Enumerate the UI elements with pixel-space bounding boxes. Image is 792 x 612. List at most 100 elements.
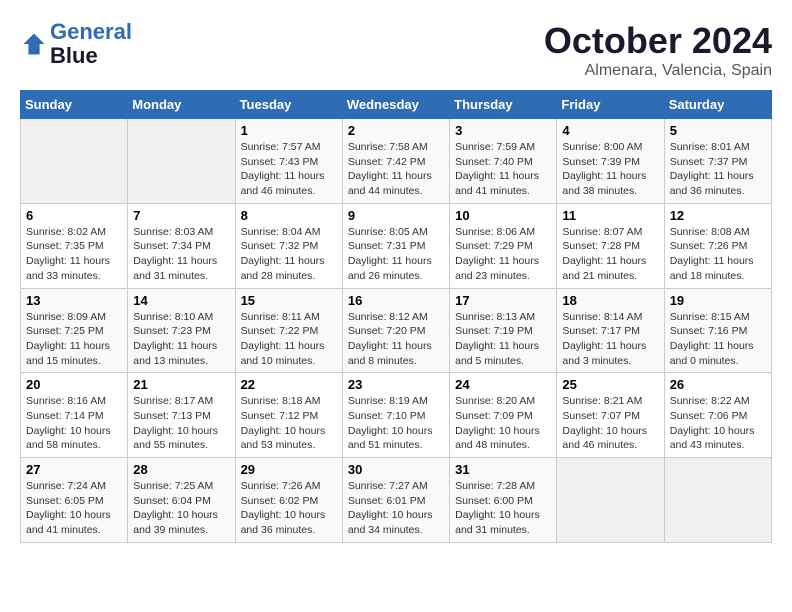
day-number: 27	[26, 462, 122, 477]
day-info: Sunrise: 8:15 AM Sunset: 7:16 PM Dayligh…	[670, 310, 766, 369]
calendar-cell: 24 Sunrise: 8:20 AM Sunset: 7:09 PM Dayli…	[450, 373, 557, 458]
day-number: 31	[455, 462, 551, 477]
calendar-cell: 11Sunrise: 8:07 AM Sunset: 7:28 PM Dayli…	[557, 203, 664, 288]
day-number: 5	[670, 123, 766, 138]
calendar-cell	[21, 119, 128, 204]
calendar-week-row: 27 Sunrise: 7:24 AM Sunset: 6:05 PM Dayli…	[21, 458, 772, 543]
calendar-cell: 7 Sunrise: 8:03 AM Sunset: 7:34 PM Daylig…	[128, 203, 235, 288]
day-number: 2	[348, 123, 444, 138]
day-info: Sunrise: 7:26 AM Sunset: 6:02 PM Dayligh…	[241, 479, 337, 538]
day-number: 3	[455, 123, 551, 138]
day-info: Sunrise: 7:57 AM Sunset: 7:43 PM Dayligh…	[241, 140, 337, 199]
calendar-cell: 20 Sunrise: 8:16 AM Sunset: 7:14 PM Dayli…	[21, 373, 128, 458]
day-number: 24	[455, 377, 551, 392]
day-number: 21	[133, 377, 229, 392]
day-info: Sunrise: 7:59 AM Sunset: 7:40 PM Dayligh…	[455, 140, 551, 199]
month-title: October 2024	[544, 20, 772, 62]
day-info: Sunrise: 8:19 AM Sunset: 7:10 PM Dayligh…	[348, 394, 444, 453]
day-number: 14	[133, 293, 229, 308]
page-header: General Blue October 2024 Almenara, Vale…	[20, 20, 772, 80]
day-number: 25	[562, 377, 658, 392]
weekday-header: Monday	[128, 91, 235, 119]
day-info: Sunrise: 7:24 AM Sunset: 6:05 PM Dayligh…	[26, 479, 122, 538]
day-number: 10	[455, 208, 551, 223]
calendar-cell: 23 Sunrise: 8:19 AM Sunset: 7:10 PM Dayli…	[342, 373, 449, 458]
day-number: 30	[348, 462, 444, 477]
calendar-cell: 8 Sunrise: 8:04 AM Sunset: 7:32 PM Daylig…	[235, 203, 342, 288]
day-number: 18	[562, 293, 658, 308]
calendar-cell: 16 Sunrise: 8:12 AM Sunset: 7:20 PM Dayli…	[342, 288, 449, 373]
day-number: 12	[670, 208, 766, 223]
day-number: 13	[26, 293, 122, 308]
day-info: Sunrise: 8:14 AM Sunset: 7:17 PM Dayligh…	[562, 310, 658, 369]
day-number: 8	[241, 208, 337, 223]
calendar-week-row: 1 Sunrise: 7:57 AM Sunset: 7:43 PM Daylig…	[21, 119, 772, 204]
calendar-week-row: 13 Sunrise: 8:09 AM Sunset: 7:25 PM Dayli…	[21, 288, 772, 373]
day-number: 15	[241, 293, 337, 308]
day-number: 16	[348, 293, 444, 308]
day-number: 20	[26, 377, 122, 392]
calendar-cell: 12 Sunrise: 8:08 AM Sunset: 7:26 PM Dayli…	[664, 203, 771, 288]
calendar-cell: 18 Sunrise: 8:14 AM Sunset: 7:17 PM Dayli…	[557, 288, 664, 373]
day-info: Sunrise: 7:25 AM Sunset: 6:04 PM Dayligh…	[133, 479, 229, 538]
calendar-table: SundayMondayTuesdayWednesdayThursdayFrid…	[20, 90, 772, 543]
day-info: Sunrise: 8:13 AM Sunset: 7:19 PM Dayligh…	[455, 310, 551, 369]
day-info: Sunrise: 8:00 AM Sunset: 7:39 PM Dayligh…	[562, 140, 658, 199]
logo-icon	[20, 30, 48, 58]
day-info: Sunrise: 8:20 AM Sunset: 7:09 PM Dayligh…	[455, 394, 551, 453]
calendar-cell: 31Sunrise: 7:28 AM Sunset: 6:00 PM Dayli…	[450, 458, 557, 543]
day-info: Sunrise: 7:58 AM Sunset: 7:42 PM Dayligh…	[348, 140, 444, 199]
calendar-cell: 1 Sunrise: 7:57 AM Sunset: 7:43 PM Daylig…	[235, 119, 342, 204]
calendar-cell: 29 Sunrise: 7:26 AM Sunset: 6:02 PM Dayli…	[235, 458, 342, 543]
day-number: 4	[562, 123, 658, 138]
calendar-cell: 17 Sunrise: 8:13 AM Sunset: 7:19 PM Dayli…	[450, 288, 557, 373]
calendar-cell: 2 Sunrise: 7:58 AM Sunset: 7:42 PM Daylig…	[342, 119, 449, 204]
day-info: Sunrise: 8:09 AM Sunset: 7:25 PM Dayligh…	[26, 310, 122, 369]
calendar-week-row: 6Sunrise: 8:02 AM Sunset: 7:35 PM Daylig…	[21, 203, 772, 288]
day-info: Sunrise: 8:01 AM Sunset: 7:37 PM Dayligh…	[670, 140, 766, 199]
day-number: 23	[348, 377, 444, 392]
day-info: Sunrise: 8:03 AM Sunset: 7:34 PM Dayligh…	[133, 225, 229, 284]
calendar-cell: 15Sunrise: 8:11 AM Sunset: 7:22 PM Dayli…	[235, 288, 342, 373]
day-info: Sunrise: 8:22 AM Sunset: 7:06 PM Dayligh…	[670, 394, 766, 453]
day-info: Sunrise: 8:07 AM Sunset: 7:28 PM Dayligh…	[562, 225, 658, 284]
title-block: October 2024 Almenara, Valencia, Spain	[544, 20, 772, 80]
calendar-cell: 28Sunrise: 7:25 AM Sunset: 6:04 PM Dayli…	[128, 458, 235, 543]
calendar-cell: 19 Sunrise: 8:15 AM Sunset: 7:16 PM Dayli…	[664, 288, 771, 373]
calendar-cell: 10 Sunrise: 8:06 AM Sunset: 7:29 PM Dayli…	[450, 203, 557, 288]
weekday-header: Tuesday	[235, 91, 342, 119]
calendar-cell: 3 Sunrise: 7:59 AM Sunset: 7:40 PM Daylig…	[450, 119, 557, 204]
calendar-cell: 25Sunrise: 8:21 AM Sunset: 7:07 PM Dayli…	[557, 373, 664, 458]
location: Almenara, Valencia, Spain	[544, 62, 772, 80]
day-info: Sunrise: 7:27 AM Sunset: 6:01 PM Dayligh…	[348, 479, 444, 538]
day-info: Sunrise: 8:08 AM Sunset: 7:26 PM Dayligh…	[670, 225, 766, 284]
weekday-header: Saturday	[664, 91, 771, 119]
weekday-header: Thursday	[450, 91, 557, 119]
calendar-cell: 6Sunrise: 8:02 AM Sunset: 7:35 PM Daylig…	[21, 203, 128, 288]
day-info: Sunrise: 8:16 AM Sunset: 7:14 PM Dayligh…	[26, 394, 122, 453]
day-info: Sunrise: 8:06 AM Sunset: 7:29 PM Dayligh…	[455, 225, 551, 284]
calendar-cell: 4 Sunrise: 8:00 AM Sunset: 7:39 PM Daylig…	[557, 119, 664, 204]
day-number: 7	[133, 208, 229, 223]
day-info: Sunrise: 8:04 AM Sunset: 7:32 PM Dayligh…	[241, 225, 337, 284]
day-number: 1	[241, 123, 337, 138]
weekday-header: Sunday	[21, 91, 128, 119]
calendar-cell: 13 Sunrise: 8:09 AM Sunset: 7:25 PM Dayli…	[21, 288, 128, 373]
weekday-header: Wednesday	[342, 91, 449, 119]
day-number: 29	[241, 462, 337, 477]
day-number: 17	[455, 293, 551, 308]
calendar-cell	[128, 119, 235, 204]
day-info: Sunrise: 8:12 AM Sunset: 7:20 PM Dayligh…	[348, 310, 444, 369]
calendar-week-row: 20 Sunrise: 8:16 AM Sunset: 7:14 PM Dayli…	[21, 373, 772, 458]
calendar-cell: 27 Sunrise: 7:24 AM Sunset: 6:05 PM Dayli…	[21, 458, 128, 543]
weekday-header-row: SundayMondayTuesdayWednesdayThursdayFrid…	[21, 91, 772, 119]
calendar-cell: 9Sunrise: 8:05 AM Sunset: 7:31 PM Daylig…	[342, 203, 449, 288]
day-number: 22	[241, 377, 337, 392]
calendar-cell: 14Sunrise: 8:10 AM Sunset: 7:23 PM Dayli…	[128, 288, 235, 373]
logo-text: General Blue	[50, 20, 132, 68]
day-info: Sunrise: 8:02 AM Sunset: 7:35 PM Dayligh…	[26, 225, 122, 284]
calendar-cell: 21 Sunrise: 8:17 AM Sunset: 7:13 PM Dayli…	[128, 373, 235, 458]
day-info: Sunrise: 8:17 AM Sunset: 7:13 PM Dayligh…	[133, 394, 229, 453]
day-number: 19	[670, 293, 766, 308]
day-info: Sunrise: 8:18 AM Sunset: 7:12 PM Dayligh…	[241, 394, 337, 453]
